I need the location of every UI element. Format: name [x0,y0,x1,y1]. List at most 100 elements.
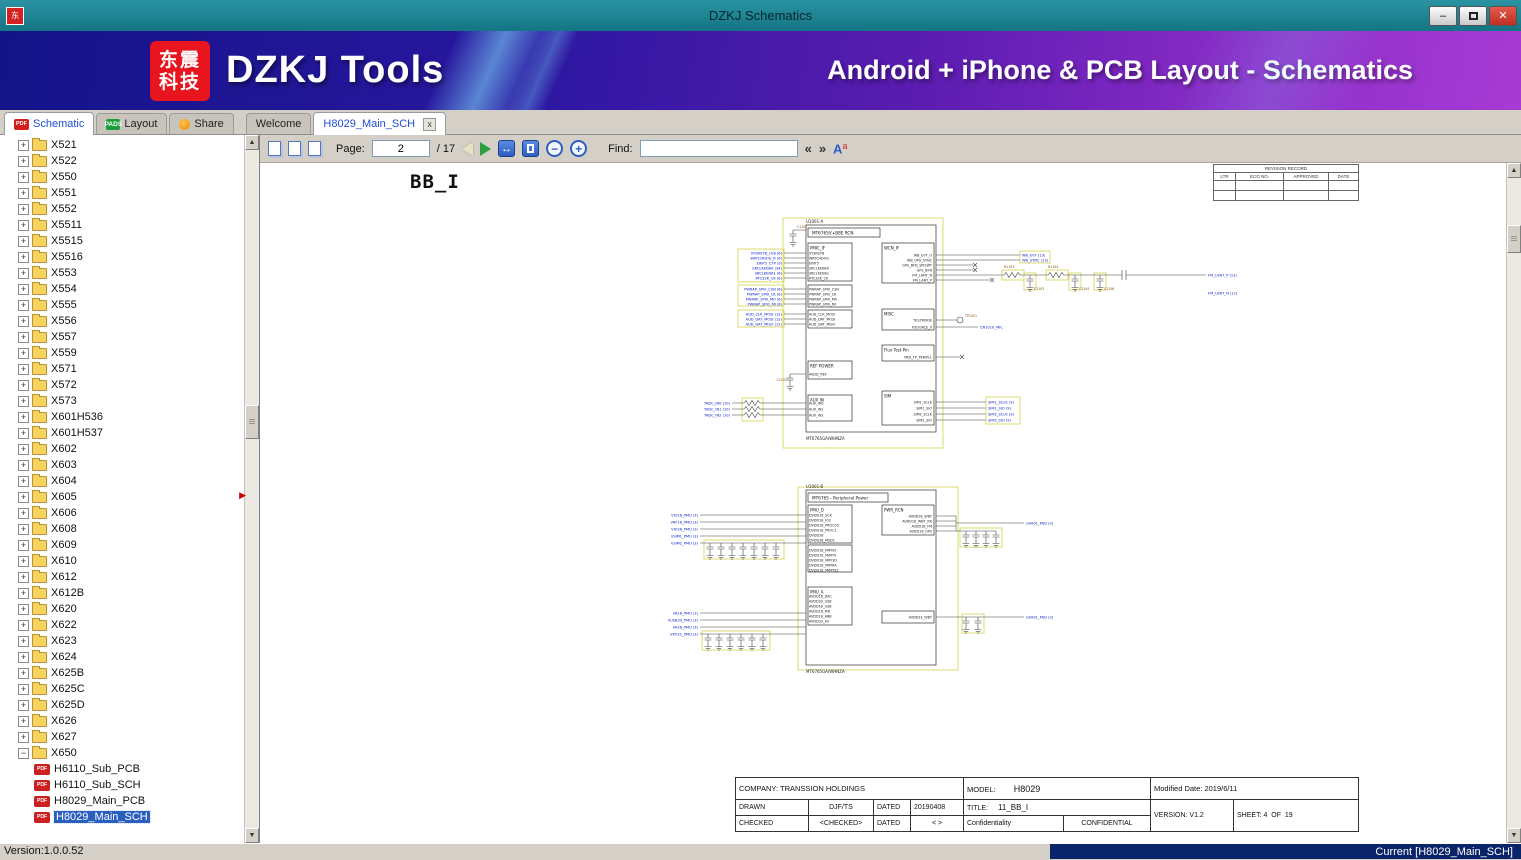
expand-toggle-icon[interactable]: + [18,732,29,743]
scroll-up-button[interactable]: ▲ [245,135,259,150]
font-size-button[interactable]: Aa [833,141,847,157]
expand-toggle-icon[interactable]: + [18,396,29,407]
tree-folder-X573[interactable]: +X573 [0,393,244,409]
tree-folder-X5515[interactable]: +X5515 [0,233,244,249]
expand-toggle-icon[interactable]: + [18,588,29,599]
tree-folder-X623[interactable]: +X623 [0,633,244,649]
expand-toggle-icon[interactable]: + [18,412,29,423]
expand-toggle-icon[interactable]: + [18,156,29,167]
continuous-pages-icon[interactable] [308,141,321,156]
tree-folder-X554[interactable]: +X554 [0,281,244,297]
expand-toggle-icon[interactable]: + [18,556,29,567]
tree-folder-X522[interactable]: +X522 [0,153,244,169]
fit-width-button[interactable]: ↔ [498,140,515,157]
expand-toggle-icon[interactable]: − [18,748,29,759]
expand-toggle-icon[interactable]: + [18,220,29,231]
tab-close-icon[interactable]: x [423,118,436,131]
tree-folder-X550[interactable]: +X550 [0,169,244,185]
tree-folder-X605[interactable]: +X605 [0,489,244,505]
tree-folder-X622[interactable]: +X622 [0,617,244,633]
tree-folder-X608[interactable]: +X608 [0,521,244,537]
doc-tab-main[interactable]: H8029_Main_SCH x [313,112,446,135]
tree-folder-X612[interactable]: +X612 [0,569,244,585]
tree-folder-X612B[interactable]: +X612B [0,585,244,601]
tree-folder-X557[interactable]: +X557 [0,329,244,345]
scroll-thumb[interactable] [245,405,259,439]
next-page-button[interactable] [480,142,491,156]
tree-folder-X610[interactable]: +X610 [0,553,244,569]
expand-toggle-icon[interactable]: + [18,236,29,247]
expand-toggle-icon[interactable]: + [18,716,29,727]
single-page-icon[interactable] [268,141,281,156]
tree-folder-X603[interactable]: +X603 [0,457,244,473]
zoom-out-button[interactable]: − [546,140,563,157]
page-input[interactable] [372,140,430,157]
tree-folder-X5516[interactable]: +X5516 [0,249,244,265]
tree-folder-X627[interactable]: +X627 [0,729,244,745]
find-input[interactable] [640,140,798,157]
scroll-down-button[interactable]: ▼ [1507,828,1521,843]
tab-schematic[interactable]: PDF Schematic [4,112,94,135]
tree-doc-H6110_Sub_SCH[interactable]: PDFH6110_Sub_SCH [0,777,244,793]
expand-toggle-icon[interactable]: + [18,380,29,391]
find-previous-button[interactable]: « [805,142,812,155]
tree-folder-X604[interactable]: +X604 [0,473,244,489]
fit-page-button[interactable] [522,140,539,157]
tree-folder-X556[interactable]: +X556 [0,313,244,329]
tree-folder-X555[interactable]: +X555 [0,297,244,313]
tree-folder-X602[interactable]: +X602 [0,441,244,457]
expand-toggle-icon[interactable]: + [18,252,29,263]
tree-doc-H8029_Main_SCH[interactable]: PDFH8029_Main_SCH [0,809,244,825]
maximize-button[interactable] [1459,6,1487,26]
expand-toggle-icon[interactable]: + [18,524,29,535]
expand-toggle-icon[interactable]: + [18,460,29,471]
splitter-collapse-icon[interactable]: ▶ [239,490,246,501]
tree-folder-X626[interactable]: +X626 [0,713,244,729]
sidebar-scrollbar[interactable]: ▲ ▼ [244,135,259,843]
expand-toggle-icon[interactable]: + [18,492,29,503]
expand-toggle-icon[interactable]: + [18,476,29,487]
expand-toggle-icon[interactable]: + [18,140,29,151]
tree-folder-X601H537[interactable]: +X601H537 [0,425,244,441]
tree-folder-X552[interactable]: +X552 [0,201,244,217]
expand-toggle-icon[interactable]: + [18,268,29,279]
tree-folder-X625D[interactable]: +X625D [0,697,244,713]
expand-toggle-icon[interactable]: + [18,540,29,551]
expand-toggle-icon[interactable]: + [18,300,29,311]
close-button[interactable]: ✕ [1489,6,1517,26]
tree-doc-H8029_Main_PCB[interactable]: PDFH8029_Main_PCB [0,793,244,809]
expand-toggle-icon[interactable]: + [18,316,29,327]
tree-folder-X551[interactable]: +X551 [0,185,244,201]
tree-folder-X620[interactable]: +X620 [0,601,244,617]
tree-folder-X559[interactable]: +X559 [0,345,244,361]
expand-toggle-icon[interactable]: + [18,428,29,439]
tree-folder-X572[interactable]: +X572 [0,377,244,393]
tab-share[interactable]: Share [169,113,233,134]
expand-toggle-icon[interactable]: + [18,636,29,647]
tree-folder-X625B[interactable]: +X625B [0,665,244,681]
minimize-button[interactable]: – [1429,6,1457,26]
expand-toggle-icon[interactable]: + [18,652,29,663]
tree-folder-X650[interactable]: −X650 [0,745,244,761]
expand-toggle-icon[interactable]: + [18,444,29,455]
expand-toggle-icon[interactable]: + [18,700,29,711]
previous-page-button[interactable] [462,142,473,156]
expand-toggle-icon[interactable]: + [18,364,29,375]
scroll-up-button[interactable]: ▲ [1507,163,1521,178]
tree-folder-X609[interactable]: +X609 [0,537,244,553]
expand-toggle-icon[interactable]: + [18,188,29,199]
expand-toggle-icon[interactable]: + [18,172,29,183]
viewer-scrollbar[interactable]: ▲ ▼ [1506,163,1521,843]
tree-folder-X521[interactable]: +X521 [0,137,244,153]
scroll-thumb[interactable] [1507,225,1521,253]
expand-toggle-icon[interactable]: + [18,668,29,679]
expand-toggle-icon[interactable]: + [18,508,29,519]
tree-folder-X606[interactable]: +X606 [0,505,244,521]
expand-toggle-icon[interactable]: + [18,348,29,359]
tree-folder-X553[interactable]: +X553 [0,265,244,281]
tree-doc-H6110_Sub_PCB[interactable]: PDFH6110_Sub_PCB [0,761,244,777]
tree-folder-X625C[interactable]: +X625C [0,681,244,697]
expand-toggle-icon[interactable]: + [18,204,29,215]
tree-folder-X5511[interactable]: +X5511 [0,217,244,233]
expand-toggle-icon[interactable]: + [18,684,29,695]
